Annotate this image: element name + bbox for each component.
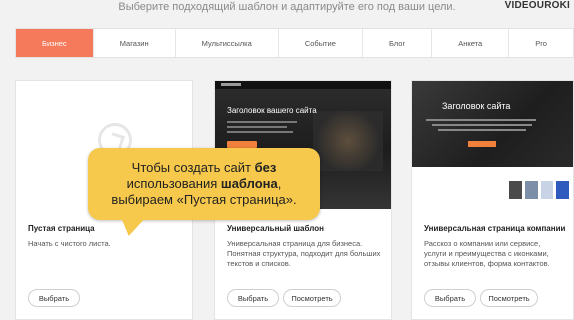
thumbnail-heading: Заголовок сайта	[442, 101, 511, 111]
brand-logo: VIDEOUROKI	[504, 0, 570, 11]
preview-button[interactable]: Посмотреть	[480, 289, 538, 307]
card-title: Универсальный шаблон	[227, 224, 324, 233]
card-title: Пустая страница	[28, 224, 95, 233]
instruction-callout: Чтобы создать сайт без использования шаб…	[88, 148, 320, 220]
tab-form[interactable]: Анкета	[432, 29, 510, 57]
tab-pro[interactable]: Pro	[509, 29, 573, 57]
page-subtitle: Выберите подходящий шаблон и адаптируйте…	[118, 1, 456, 13]
preview-button[interactable]: Посмотреть	[283, 289, 341, 307]
card-description: Расскоз о компании или сервисе, услуги и…	[424, 239, 550, 268]
card-description: Универсальная страница для бизнеса. Поня…	[227, 239, 381, 268]
select-button[interactable]: Выбрать	[227, 289, 279, 307]
tab-shop[interactable]: Магазин	[94, 29, 176, 57]
category-tabs: Бизнес Магазин Мультиссылка Событие Блог…	[15, 28, 574, 58]
select-button[interactable]: Выбрать	[424, 289, 476, 307]
tab-business[interactable]: Бизнес	[16, 29, 94, 57]
select-button[interactable]: Выбрать	[28, 289, 80, 307]
card-title: Универсальная страница компании	[424, 224, 566, 233]
template-thumbnail: Заголовок сайта	[412, 81, 573, 209]
thumbnail-images	[509, 181, 569, 199]
tab-multilink[interactable]: Мультиссылка	[176, 29, 279, 57]
tab-event[interactable]: Событие	[279, 29, 363, 57]
thumbnail-heading: Заголовок вашего сайта	[227, 106, 317, 115]
callout-text: Чтобы создать сайт без использования шаб…	[111, 160, 297, 207]
tab-blog[interactable]: Блог	[363, 29, 433, 57]
card-description: Начать с чистого листа.	[28, 239, 111, 248]
template-card-company[interactable]: Заголовок сайта Универсальная страница к…	[411, 80, 574, 320]
